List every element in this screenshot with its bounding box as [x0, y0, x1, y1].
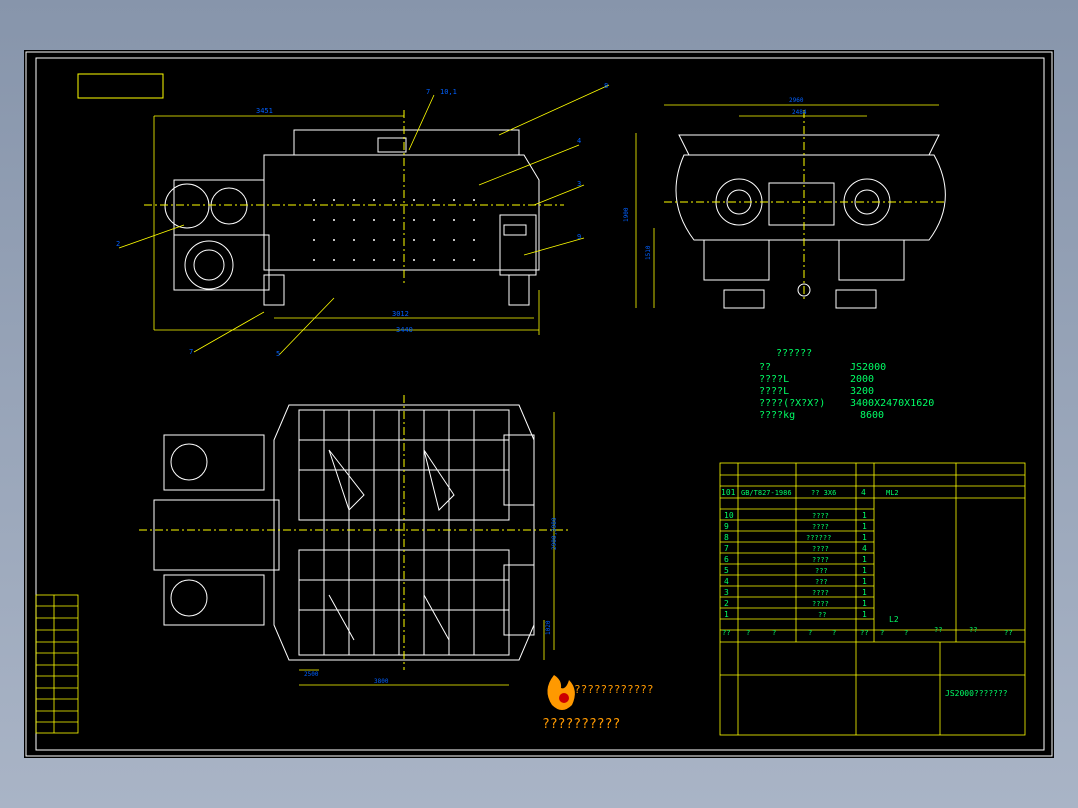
- callout-5: 5: [276, 350, 280, 358]
- logo-line-2: ??????????: [542, 717, 620, 732]
- callout-4: 4: [577, 137, 581, 145]
- dim-2484: 2484: [792, 109, 807, 116]
- dim-1510: 1510: [645, 245, 652, 260]
- bom-name-101: ?? 3X6: [811, 489, 836, 497]
- bom-header-6: ??: [860, 629, 868, 637]
- dim-2500: 2500: [304, 671, 319, 678]
- bom-header-1: ??: [722, 629, 730, 637]
- bom-mat-1: L2: [889, 615, 899, 624]
- front-labels: 7 10,1 8 4 3 2 9 7 5 3451 3012 3440: [116, 82, 608, 358]
- callout-8: 8: [604, 82, 608, 90]
- bom-no-9: 9: [724, 522, 729, 531]
- bom-no-1: 1: [724, 610, 729, 619]
- dim-1900: 1900: [623, 207, 630, 222]
- bom-no-10: 10: [724, 511, 734, 520]
- side-labels: 2960 2484 1900 1510: [623, 97, 807, 260]
- spec-val-5: 8600: [860, 410, 884, 421]
- bom-header: ?? ? ? ? ? ?? ? ? ?? ?? ??: [722, 626, 1012, 637]
- bom-qty-10: 1: [862, 511, 867, 520]
- callout-2: 2: [116, 240, 120, 248]
- dim-3012: 3012: [392, 310, 409, 318]
- bom-no-101: 101: [721, 488, 736, 497]
- bom-qty-4: 1: [862, 577, 867, 586]
- callout-3: 3: [577, 180, 581, 188]
- cad-drawing: 7 10,1 8 4 3 2 9 7 5 3451 3012 3440 2960: [25, 51, 1053, 757]
- bom-qty-5: 1: [862, 566, 867, 575]
- spec-title: ??????: [776, 348, 812, 359]
- bom-qty-8: 1: [862, 533, 867, 542]
- rivet-pattern: [313, 199, 475, 261]
- bom-qty-6: 1: [862, 555, 867, 564]
- drawing-number-box: [77, 73, 164, 99]
- bom-name-8: ??????: [806, 534, 831, 542]
- bom-qty-9: 1: [862, 522, 867, 531]
- bom-name-2: ????: [812, 600, 829, 608]
- spec-key-3: ????L: [759, 386, 789, 397]
- callout-7: 7: [426, 88, 430, 96]
- bom-header-11: ??: [1004, 629, 1012, 637]
- bom-name-3: ????: [812, 589, 829, 597]
- bom-header-4: ?: [808, 629, 812, 637]
- flame-icon: [547, 675, 575, 710]
- bom-name-4: ???: [815, 578, 828, 586]
- bom-no-5: 5: [724, 566, 729, 575]
- bom-name-9: ????: [812, 523, 829, 531]
- bom-name-1: ??: [818, 611, 826, 619]
- bom-header-8: ?: [904, 629, 908, 637]
- bom-header-2: ?: [746, 629, 750, 637]
- spec-key-2: ????L: [759, 374, 789, 385]
- spec-key-1: ??: [759, 362, 771, 373]
- dim-3451: 3451: [256, 107, 273, 115]
- spec-key-5: ????kg: [759, 410, 795, 421]
- callout-9: 9: [577, 233, 581, 241]
- callout-7b: 7: [189, 348, 193, 356]
- bom-code-101: GB/T827-1986: [741, 489, 792, 497]
- spec-val-3: 3200: [850, 386, 874, 397]
- bom-no-2: 2: [724, 599, 729, 608]
- bom-qty-2: 1: [862, 599, 867, 608]
- side-view: [664, 110, 946, 309]
- dim-3800: 3800: [374, 678, 389, 685]
- dim-1020: 1020: [545, 620, 552, 635]
- bom-header-9: ??: [934, 626, 942, 634]
- flame-core-icon: [559, 693, 569, 703]
- bom-qty-3: 1: [862, 588, 867, 597]
- bom-name-6: ????: [812, 556, 829, 564]
- logo-line-1: ????????????: [574, 683, 653, 696]
- bom-header-5: ?: [832, 629, 836, 637]
- bom-header-3: ?: [772, 629, 776, 637]
- bom-mat-101: ML2: [886, 489, 899, 497]
- bom-header-10: ??: [969, 626, 977, 634]
- bom-name-7: ????: [812, 545, 829, 553]
- bom-qty-7: 4: [862, 544, 867, 553]
- revision-table: [35, 594, 79, 734]
- bom-no-8: 8: [724, 533, 729, 542]
- bom-qty-101: 4: [861, 488, 866, 497]
- bom-no-3: 3: [724, 588, 729, 597]
- spec-val-1: JS2000: [850, 362, 886, 373]
- drawing-sheet: 7 10,1 8 4 3 2 9 7 5 3451 3012 3440 2960: [24, 50, 1054, 758]
- bom-no-6: 6: [724, 555, 729, 564]
- bom-no-7: 7: [724, 544, 729, 553]
- company-logo: ???????????? ??????????: [542, 675, 653, 732]
- callout-10-1: 10,1: [440, 88, 457, 96]
- spec-block: ?????? ?? JS2000 ????L 2000 ????L 3200 ?…: [759, 348, 934, 421]
- bom-text: 101 GB/T827-1986 ?? 3X6 4 ML2 10 ???? 1 …: [721, 488, 1012, 698]
- front-view: [144, 110, 564, 306]
- bom-name-5: ???: [815, 567, 828, 575]
- spec-val-2: 2000: [850, 374, 874, 385]
- bom-header-7: ?: [880, 629, 884, 637]
- dim-3440: 3440: [396, 326, 413, 334]
- bom-name-10: ????: [812, 512, 829, 520]
- dim-2960: 2960: [789, 97, 804, 104]
- bom-no-4: 4: [724, 577, 729, 586]
- dim-2900-3980: 2900,3980: [551, 517, 558, 550]
- drawing-name: JS2000???????: [945, 689, 1008, 698]
- spec-val-4: 3400X2470X1620: [850, 398, 934, 409]
- plan-view: [139, 395, 569, 670]
- spec-key-4: ????(?X?X?): [759, 398, 825, 409]
- bom-qty-1: 1: [862, 610, 867, 619]
